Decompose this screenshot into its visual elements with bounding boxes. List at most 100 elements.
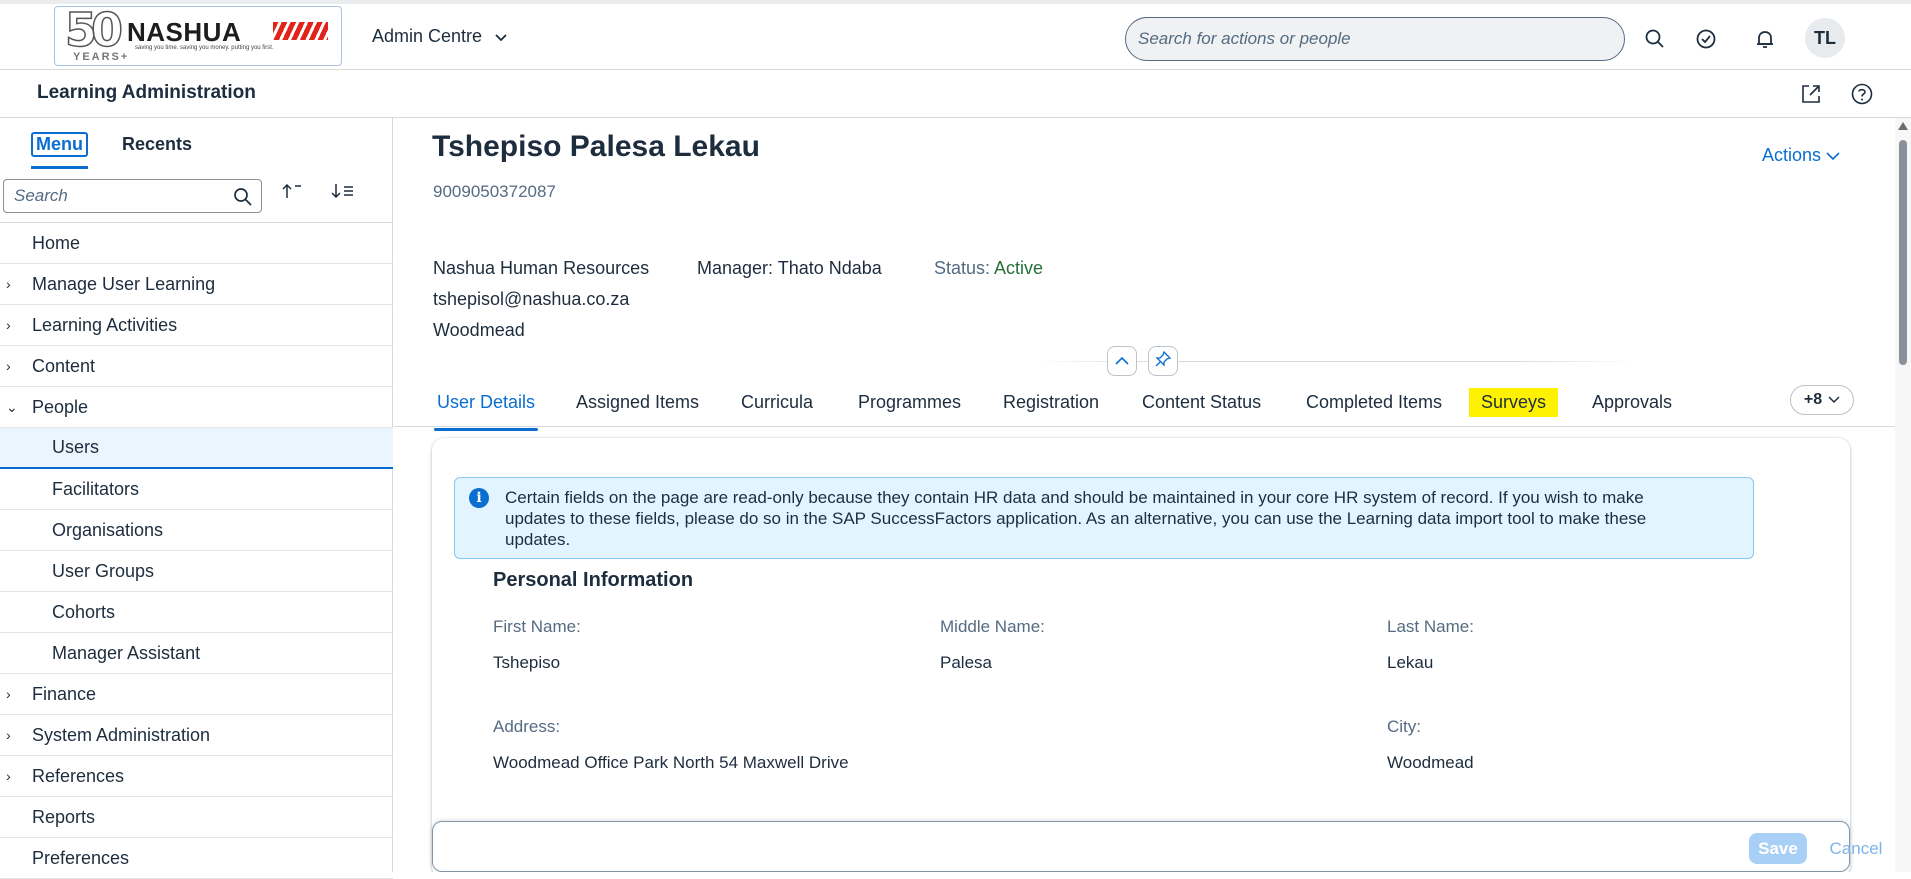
- nav-item-label: Users: [52, 437, 100, 457]
- chevron-right-icon[interactable]: ›: [6, 727, 20, 743]
- status: Status: Active: [934, 258, 1043, 279]
- chevron-down-icon[interactable]: ⌄: [6, 399, 20, 416]
- nav-item-label: Cohorts: [52, 601, 116, 622]
- nav-item-home[interactable]: Home: [0, 223, 393, 264]
- chevron-right-icon[interactable]: ›: [6, 358, 20, 374]
- search-icon[interactable]: [233, 187, 253, 207]
- nav-list: Home › Manage User Learning › Learning Act…: [0, 222, 393, 879]
- cancel-button[interactable]: Cancel: [1821, 833, 1891, 864]
- status-label: Status:: [934, 258, 991, 278]
- user-name-heading: Tshepiso Palesa Lekau: [432, 130, 760, 163]
- nav-item-facilitators[interactable]: Facilitators: [0, 469, 393, 510]
- tab-completed-items[interactable]: Completed Items: [1306, 388, 1442, 417]
- nav-item-system-administration[interactable]: › System Administration: [0, 715, 393, 756]
- last-name-label: Last Name:: [1387, 617, 1474, 636]
- nav-item-manager-assistant[interactable]: Manager Assistant: [0, 633, 393, 674]
- nav-item-label: System Administration: [32, 724, 211, 745]
- footer-toolbar: Save Cancel: [432, 821, 1882, 872]
- bell-icon[interactable]: [1754, 28, 1776, 50]
- collapse-header-button[interactable]: [1107, 346, 1137, 376]
- tab-assigned-items[interactable]: Assigned Items: [576, 388, 699, 417]
- nav-item-label: User Groups: [52, 560, 155, 581]
- logo-fifty: 50: [64, 6, 124, 58]
- tab-registration[interactable]: Registration: [1003, 388, 1099, 417]
- nav-item-label: Facilitators: [52, 478, 140, 499]
- nav-item-user-groups[interactable]: User Groups: [0, 551, 393, 592]
- nav-item-label: Organisations: [52, 519, 164, 540]
- global-search[interactable]: [1125, 17, 1625, 61]
- global-search-input[interactable]: [1126, 18, 1624, 60]
- logo-stripes: [273, 22, 328, 40]
- nav-item-manage-user-learning[interactable]: › Manage User Learning: [0, 264, 393, 305]
- nav-search[interactable]: [3, 179, 262, 213]
- department: Nashua Human Resources: [433, 258, 650, 278]
- nav-item-preferences[interactable]: Preferences: [0, 838, 393, 879]
- open-new-window-icon[interactable]: [1799, 82, 1823, 106]
- nav-item-learning-activities[interactable]: › Learning Activities: [0, 305, 393, 346]
- nav-item-label: Content: [32, 355, 96, 376]
- tab-approvals[interactable]: Approvals: [1592, 388, 1672, 417]
- email: tshepisol@nashua.co.za: [433, 289, 630, 309]
- avatar[interactable]: TL: [1805, 18, 1845, 58]
- save-button[interactable]: Save: [1749, 833, 1807, 864]
- sub-header: Learning Administration: [0, 70, 1911, 118]
- address-value: Woodmead Office Park North 54 Maxwell Dr…: [493, 753, 849, 772]
- chevron-down-icon: [1828, 391, 1840, 409]
- tab-user-details[interactable]: User Details: [433, 388, 539, 431]
- chevron-down-icon: [495, 30, 507, 45]
- nav-item-people[interactable]: ⌄ People: [0, 387, 393, 428]
- scroll-thumb[interactable]: [1899, 140, 1907, 365]
- tab-programmes[interactable]: Programmes: [858, 388, 961, 417]
- chevron-right-icon[interactable]: ›: [6, 686, 20, 702]
- search-icon[interactable]: [1644, 28, 1666, 50]
- chevron-right-icon[interactable]: ›: [6, 768, 20, 784]
- first-name-value: Tshepiso: [493, 653, 561, 672]
- tab-bar: User Details Assigned Items Curricula Pr…: [394, 378, 1895, 431]
- chevron-down-icon: [1826, 145, 1840, 165]
- nav-item-reports[interactable]: Reports: [0, 797, 393, 838]
- last-name-value: Lekau: [1387, 653, 1434, 672]
- shell-bar: 50 NASHUA saving you time. saving you mo…: [0, 0, 1911, 70]
- logo-years: YEARS+: [73, 51, 130, 63]
- sort-ascending-icon[interactable]: [281, 182, 305, 204]
- nav-item-content[interactable]: › Content: [0, 346, 393, 387]
- tab-recents[interactable]: Recents: [122, 134, 192, 155]
- tab-curricula[interactable]: Curricula: [741, 388, 813, 417]
- nav-item-references[interactable]: › References: [0, 756, 393, 797]
- tab-menu[interactable]: Menu: [31, 132, 88, 169]
- scroll-up-arrow[interactable]: [1898, 122, 1908, 130]
- tab-surveys[interactable]: Surveys: [1469, 388, 1559, 417]
- actions-button[interactable]: Actions: [1762, 145, 1840, 166]
- more-tabs-button[interactable]: +8: [1790, 385, 1854, 415]
- nav-item-finance[interactable]: › Finance: [0, 674, 393, 715]
- nav-item-label: References: [32, 765, 125, 786]
- pin-header-button[interactable]: [1148, 346, 1178, 376]
- nav-item-label: Manage User Learning: [32, 273, 216, 294]
- help-icon[interactable]: [1850, 82, 1874, 106]
- vertical-scrollbar[interactable]: [1895, 118, 1911, 872]
- nav-item-label: Learning Activities: [32, 314, 178, 335]
- task-check-icon[interactable]: [1695, 28, 1717, 50]
- nav-tabs: Menu Recents: [0, 118, 393, 173]
- logo-tagline: saving you time. saving you money. putti…: [135, 45, 274, 51]
- nav-item-cohorts[interactable]: Cohorts: [0, 592, 393, 633]
- app-title-menu[interactable]: Admin Centre: [372, 26, 507, 47]
- manager: Manager: Thato Ndaba: [697, 258, 882, 278]
- nav-item-organisations[interactable]: Organisations: [0, 510, 393, 551]
- company-logo[interactable]: 50 NASHUA saving you time. saving you mo…: [54, 6, 342, 66]
- middle-name-label: Middle Name:: [940, 617, 1045, 636]
- city-label: City:: [1387, 717, 1421, 736]
- chevron-right-icon[interactable]: ›: [6, 276, 20, 292]
- page-title: Learning Administration: [37, 82, 256, 103]
- sort-list-icon[interactable]: [331, 182, 355, 204]
- nav-item-users[interactable]: Users: [0, 428, 393, 469]
- nav-item-label: Preferences: [32, 847, 130, 868]
- nav-item-label: People: [32, 396, 89, 417]
- info-icon: i: [469, 488, 489, 508]
- tab-content-status[interactable]: Content Status: [1142, 388, 1261, 417]
- chevron-up-icon: [1115, 352, 1129, 370]
- chevron-right-icon[interactable]: ›: [6, 317, 20, 333]
- info-message-strip: i Certain fields on the page are read-on…: [454, 477, 1754, 559]
- nav-search-input[interactable]: [4, 180, 224, 212]
- side-navigation: Menu Recents Home › Manage User Learning …: [0, 118, 393, 879]
